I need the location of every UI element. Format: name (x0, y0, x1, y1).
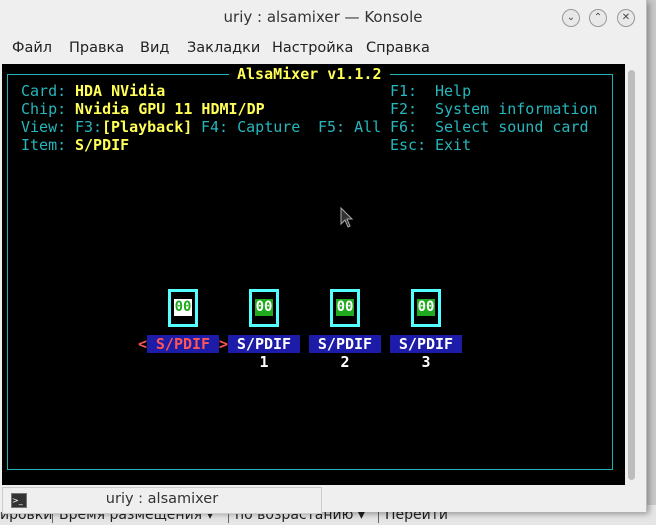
view-all: F5: All (318, 118, 382, 136)
menu-settings[interactable]: Настройка (272, 40, 353, 56)
key-f2: F2: (390, 100, 418, 118)
card-value: HDA NVidia (75, 82, 166, 100)
meter-spdif-1[interactable]: 00 (249, 289, 279, 327)
meter-spdif[interactable]: 00 (168, 289, 198, 327)
key-f6-desc: Select sound card (435, 118, 589, 136)
item-label: Item: (21, 136, 67, 154)
menu-view[interactable]: Вид (140, 40, 169, 56)
meter-spdif-3[interactable]: 00 (411, 289, 441, 327)
view-f3: F3: (75, 118, 103, 136)
meter-value: 00 (174, 299, 192, 316)
meter-value: 00 (336, 299, 354, 316)
meter-value: 00 (417, 299, 435, 316)
menu-edit[interactable]: Правка (69, 40, 124, 56)
maximize-button[interactable]: ⌃ (589, 9, 607, 27)
konsole-window: uriy : alsamixer — Konsole ⌄ ⌃ ✕ Файл Пр… (0, 0, 647, 514)
meter-spdif-2[interactable]: 00 (330, 289, 360, 327)
control-label-spdif[interactable]: S/PDIF (147, 335, 219, 353)
meter-value: 00 (255, 299, 273, 316)
close-button[interactable]: ✕ (617, 9, 635, 27)
key-f1: F1: (390, 82, 418, 100)
control-label-spdif-1[interactable]: S/PDIF 1 (228, 335, 300, 371)
view-label: View: (21, 118, 67, 136)
control-label-spdif-3[interactable]: S/PDIF 3 (390, 335, 462, 371)
chip-value: Nvidia GPU 11 HDMI/DP (75, 100, 265, 118)
session-tab[interactable]: >_ uriy : alsamixer (2, 487, 322, 514)
mouse-cursor-icon (340, 207, 354, 228)
menu-bookmarks[interactable]: Закладки (187, 40, 260, 56)
key-f6: F6: (390, 118, 418, 136)
key-esc-desc: Exit (435, 136, 472, 154)
window-title: uriy : alsamixer — Konsole (223, 8, 423, 26)
key-f1-desc: Help (435, 82, 472, 100)
menu-file[interactable]: Файл (12, 40, 52, 56)
menu-help[interactable]: Справка (366, 40, 430, 56)
minimize-button[interactable]: ⌄ (562, 9, 580, 27)
selection-right-marker: > (219, 335, 229, 353)
item-value: S/PDIF (75, 136, 130, 154)
chip-label: Chip: (21, 100, 67, 118)
terminal[interactable]: AlsaMixer v1.1.2 Card: HDA NVidia Chip: … (2, 64, 625, 485)
terminal-scrollbar[interactable] (628, 70, 635, 480)
tab-label: uriy : alsamixer (105, 491, 219, 507)
view-playback: [Playback] (102, 118, 193, 136)
selection-left-marker: < (138, 335, 148, 353)
key-esc: Esc: (390, 136, 427, 154)
mixer-title: AlsaMixer v1.1.2 (229, 65, 390, 83)
card-label: Card: (21, 82, 67, 100)
control-label-spdif-2[interactable]: S/PDIF 2 (309, 335, 381, 371)
view-capture: F4: Capture (201, 118, 301, 136)
key-f2-desc: System information (435, 100, 598, 118)
